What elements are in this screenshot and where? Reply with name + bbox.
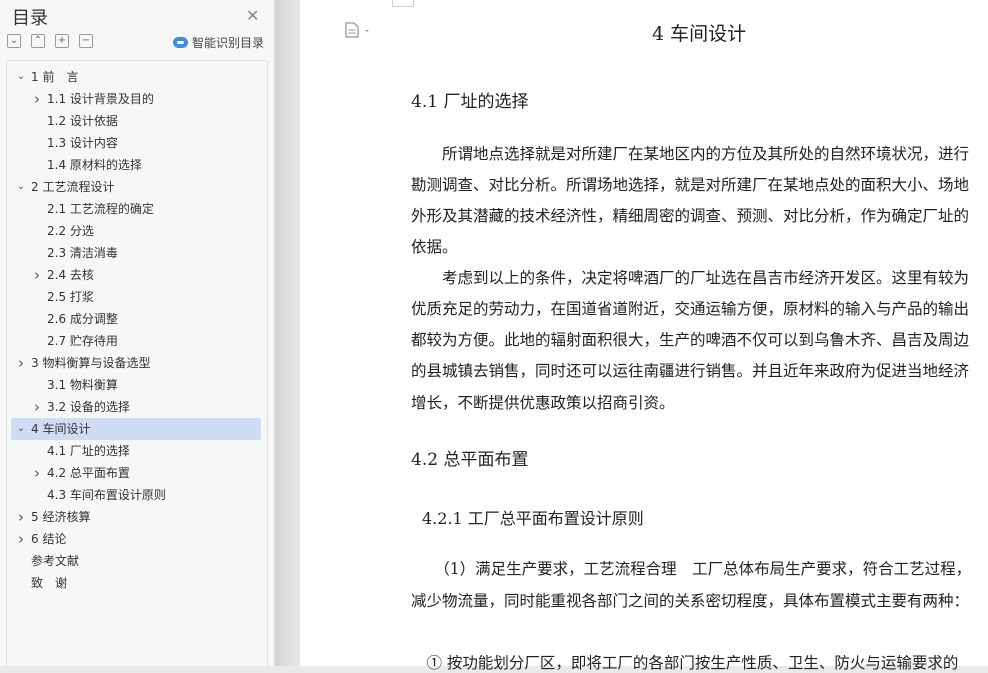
toc-item-label: 4.2 总平面布置 [47,466,130,480]
chevron-right-icon[interactable]: › [15,528,27,550]
chapter-heading: 4 车间设计 [652,23,747,45]
toc-item[interactable]: 参考文献 [11,550,261,572]
toc-item-label: 3 物料衡算与设备选型 [31,356,151,370]
toc-item[interactable]: ⌄ 4 车间设计 [11,418,261,440]
paragraph-line: 勘测调查、对比分析。所谓场地选择，就是对所建厂在某地点处的面积大小、场地 [411,176,970,194]
document-menu-icon[interactable] [344,22,372,42]
chevron-down-icon[interactable]: ⌄ [15,176,27,198]
toc-tree: ⌄ 1 前 言 › 1.1 设计背景及目的 1.2 设计依据 1.3 设计内容 1.4 原材… [6,60,268,666]
paragraph-line: 的县城镇去销售，同时还可以运往南疆进行销售。并且近年来政府为促进当地经济 [411,362,970,380]
toc-item-label: 2.6 成分调整 [47,312,118,326]
toc-item-label: 2.5 打浆 [47,290,94,304]
toc-item[interactable]: › 4.2 总平面布置 [11,462,261,484]
toc-item[interactable]: 2.7 贮存待用 [11,330,261,352]
toc-item-label: 1.2 设计依据 [47,114,118,128]
toc-item-label: 参考文献 [31,554,80,568]
toc-item[interactable]: › 6 结论 [11,528,261,550]
add-heading-icon[interactable]: + [55,34,69,48]
toc-item[interactable]: › 1.1 设计背景及目的 [11,88,261,110]
toc-item-label: 1.4 原材料的选择 [47,158,142,172]
toc-item[interactable]: 2.6 成分调整 [11,308,261,330]
toc-item-label: 1 前 言 [31,70,79,84]
chevron-right-icon[interactable]: › [15,506,27,528]
toc-sidebar: 目录 ✕ ⌄ ⌃ + − 智能识别目录 ⌄ 1 前 言 › 1.1 设计背景及目的 1.… [0,0,275,666]
remove-heading-icon[interactable]: − [79,34,93,48]
chevron-right-icon[interactable]: › [15,352,27,374]
toc-item-label: 4 车间设计 [31,422,91,436]
toc-toolbar: ⌄ ⌃ + − [7,34,93,48]
chevron-down-icon[interactable]: ⌄ [15,66,27,88]
toc-item-label: 6 结论 [31,532,67,546]
paragraph-line: 都较为方便。此地的辐射面积很大，生产的啤酒不仅可以到乌鲁木齐、昌吉及周边 [411,331,970,349]
smart-toc-button[interactable]: 智能识别目录 [173,34,264,51]
paragraph-line: 考虑到以上的条件，决定将啤酒厂的厂址选在昌吉市经济开发区。这里有较为 [411,269,970,287]
chevron-right-icon[interactable]: › [31,88,43,110]
paragraph-line: 减少物流量，同时能重视各部门之间的关系密切程度，具体布置模式主要有两种： [411,592,970,610]
toc-item[interactable]: › 5 经济核算 [11,506,261,528]
section-heading-4-2: 4.2 总平面布置 [411,450,529,470]
paragraph-line: ① 按功能划分厂区，即将工厂的各部门按生产性质、卫生、防火与运输要求的 [411,654,959,672]
section-heading-4-1: 4.1 厂址的选择 [411,92,529,112]
toc-item-label: 2 工艺流程设计 [31,180,115,194]
toc-item-label: 2.1 工艺流程的确定 [47,202,154,216]
paragraph-line: 增长，不断提供优惠政策以招商引资。 [411,394,675,412]
toc-item[interactable]: 2.2 分选 [11,220,261,242]
toc-item-label: 1.1 设计背景及目的 [47,92,154,106]
paragraph-line: 外形及其潜藏的技术经济性，精细周密的调查、预测、对比分析，作为确定厂址的 [411,207,970,225]
toc-item-label: 4.1 厂址的选择 [47,444,130,458]
toc-item[interactable]: › 3.2 设备的选择 [11,396,261,418]
toc-item-label: 4.3 车间布置设计原则 [47,488,166,502]
page-gutter [275,0,301,666]
toc-item-label: 5 经济核算 [31,510,91,524]
chevron-right-icon[interactable]: › [31,264,43,286]
toc-item-label: 2.7 贮存待用 [47,334,118,348]
toc-item[interactable]: 1.4 原材料的选择 [11,154,261,176]
toc-item[interactable]: ⌄ 1 前 言 [11,66,261,88]
chevron-right-icon[interactable]: › [31,396,43,418]
toc-item[interactable]: 4.1 厂址的选择 [11,440,261,462]
sidebar-title: 目录 [12,8,48,29]
toc-item[interactable]: 2.5 打浆 [11,286,261,308]
close-icon[interactable]: ✕ [246,6,259,25]
subsection-heading-4-2-1: 4.2.1 工厂总平面布置设计原则 [422,509,644,528]
toc-item-label: 2.4 去核 [47,268,94,282]
toc-item-label: 致 谢 [31,576,68,590]
paragraph-line: 所谓地点选择就是对所建厂在某地区内的方位及其所处的自然环境状况，进行 [411,145,970,163]
page-corner-mark [392,0,414,7]
chevron-down-icon[interactable]: ⌄ [15,418,27,440]
chevron-right-icon[interactable]: › [31,462,43,484]
toc-item[interactable]: 2.3 清洁消毒 [11,242,261,264]
toc-item[interactable]: › 3 物料衡算与设备选型 [11,352,261,374]
toc-item[interactable]: 3.1 物料衡算 [11,374,261,396]
toc-item[interactable]: ⌄ 2 工艺流程设计 [11,176,261,198]
toc-item[interactable]: 1.3 设计内容 [11,132,261,154]
toc-item-label: 2.2 分选 [47,224,94,238]
toc-item-label: 2.3 清洁消毒 [47,246,118,260]
toc-item-label: 3.2 设备的选择 [47,400,130,414]
expand-all-icon[interactable]: ⌃ [31,34,45,48]
toc-item-label: 1.3 设计内容 [47,136,118,150]
toc-item[interactable]: 2.1 工艺流程的确定 [11,198,261,220]
collapse-all-icon[interactable]: ⌄ [7,34,21,48]
toc-item-label: 3.1 物料衡算 [47,378,118,392]
smart-toc-label: 智能识别目录 [192,36,265,50]
toc-item[interactable]: 4.3 车间布置设计原则 [11,484,261,506]
toc-item[interactable]: 致 谢 [11,572,261,594]
paragraph-line: （1）满足生产要求，工艺流程合理 工厂总体布局生产要求，符合工艺过程， [411,560,972,578]
toc-item[interactable]: › 2.4 去核 [11,264,261,286]
paragraph-line: 优质充足的劳动力，在国道省道附近，交通运输方便，原材料的输入与产品的输出 [411,300,970,318]
document-page: 4 车间设计 4.1 厂址的选择 所谓地点选择就是对所建厂在某地区内的方位及其所… [300,0,988,672]
paragraph-line: 依据。 [411,238,458,256]
toc-item[interactable]: 1.2 设计依据 [11,110,261,132]
cloud-icon [173,37,188,48]
